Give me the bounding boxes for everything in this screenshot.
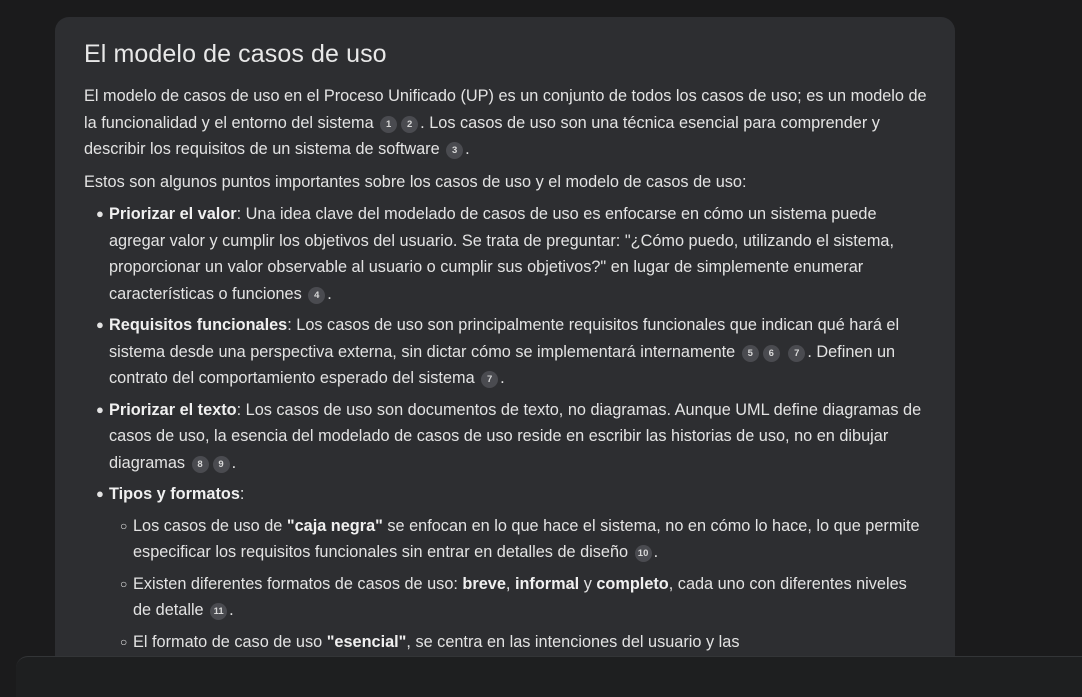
citation-chip[interactable]: 6 bbox=[762, 344, 780, 362]
citation-chip[interactable]: 1 bbox=[380, 115, 398, 133]
citation-chip[interactable]: 4 bbox=[308, 286, 326, 304]
citation-chip[interactable]: 8 bbox=[191, 455, 209, 473]
list-item: ● Tipos y formatos: ○ Los casos de uso d… bbox=[84, 481, 927, 655]
citation-chip[interactable]: 10 bbox=[634, 545, 652, 562]
hollow-bullet-icon: ○ bbox=[120, 576, 128, 591]
citation-chip[interactable]: 3 bbox=[446, 142, 464, 159]
citation-chip[interactable]: 11 bbox=[210, 603, 228, 620]
hollow-bullet-icon: ○ bbox=[120, 634, 128, 649]
sub-list-item: ○ Los casos de uso de "caja negra" se en… bbox=[109, 513, 927, 566]
sub-points-list: ○ Los casos de uso de "caja negra" se en… bbox=[109, 513, 927, 656]
citation-chip[interactable]: 7 bbox=[481, 371, 499, 388]
bullet-icon: ● bbox=[96, 317, 104, 332]
list-item: ● Priorizar el texto: Los casos de uso s… bbox=[84, 397, 927, 477]
citation-chip[interactable]: 7 bbox=[788, 344, 806, 362]
sub-list-item: ○ El formato de caso de uso "esencial", … bbox=[109, 629, 927, 656]
sub-list-item: ○ Existen diferentes formatos de casos d… bbox=[109, 571, 927, 624]
input-bar[interactable] bbox=[16, 656, 1082, 697]
response-heading: El modelo de casos de uso bbox=[84, 40, 387, 68]
points-intro: Estos son algunos puntos importantes sob… bbox=[84, 172, 747, 191]
intro-paragraph: El modelo de casos de uso en el Proceso … bbox=[84, 87, 927, 159]
points-list: ● Priorizar el valor: Una idea clave del… bbox=[84, 201, 927, 655]
citation-chip[interactable]: 9 bbox=[212, 455, 230, 473]
bullet-icon: ● bbox=[96, 206, 104, 221]
citation-chip[interactable]: 5 bbox=[741, 344, 759, 362]
list-item: ● Requisitos funcionales: Los casos de u… bbox=[84, 312, 927, 392]
list-item: ● Priorizar el valor: Una idea clave del… bbox=[84, 201, 927, 307]
bullet-icon: ● bbox=[96, 401, 104, 417]
bullet-icon: ● bbox=[96, 486, 104, 501]
citation-chip[interactable]: 2 bbox=[401, 115, 419, 133]
response-card: El modelo de casos de uso El modelo de c… bbox=[55, 17, 955, 697]
hollow-bullet-icon: ○ bbox=[120, 518, 128, 533]
